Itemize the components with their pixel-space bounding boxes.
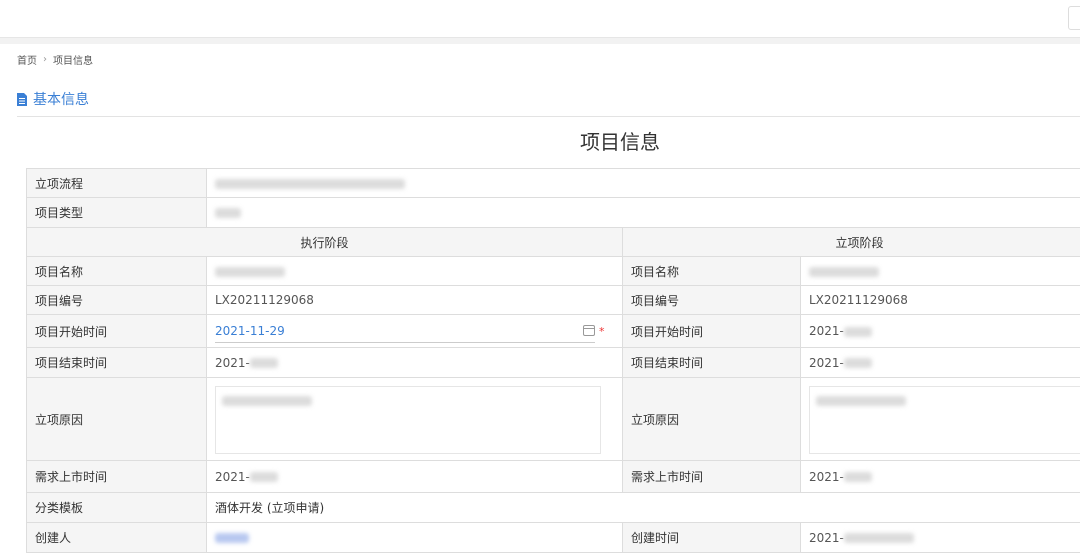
code-label-exec: 项目编号 bbox=[26, 285, 207, 315]
start-value-exec: 2021-11-29 * bbox=[206, 314, 623, 348]
start-label-exec: 项目开始时间 bbox=[26, 314, 207, 348]
market-label-init: 需求上市时间 bbox=[622, 460, 801, 493]
required-asterisk: * bbox=[599, 324, 605, 338]
process-label: 立项流程 bbox=[26, 168, 207, 198]
reason-value-exec bbox=[206, 377, 623, 461]
breadcrumb-current: 项目信息 bbox=[53, 56, 93, 67]
end-label-init: 项目结束时间 bbox=[622, 347, 801, 378]
type-value bbox=[206, 197, 1080, 228]
section-header: 基本信息 bbox=[17, 89, 89, 109]
category-label: 分类模板 bbox=[26, 492, 207, 523]
section-divider bbox=[17, 116, 1080, 117]
table-row: 项目开始时间 2021-11-29 * 项目开始时间 2021- bbox=[26, 314, 1080, 348]
creator-label: 创建人 bbox=[26, 522, 207, 553]
type-label: 项目类型 bbox=[26, 197, 207, 228]
exec-stage-header: 执行阶段 bbox=[26, 227, 623, 257]
name-value-init bbox=[800, 256, 1080, 286]
market-value-init: 2021- bbox=[800, 460, 1080, 493]
code-value-init: LX20211129068 bbox=[800, 285, 1080, 315]
page-title: 项目信息 bbox=[580, 130, 660, 154]
start-label-init: 项目开始时间 bbox=[622, 314, 801, 348]
end-value-exec: 2021- bbox=[206, 347, 623, 378]
end-value-init: 2021- bbox=[800, 347, 1080, 378]
code-label-init: 项目编号 bbox=[622, 285, 801, 315]
breadcrumb-home[interactable]: 首页 bbox=[17, 52, 37, 67]
start-date-text: 2021-11-29 bbox=[215, 323, 285, 338]
name-label-init: 项目名称 bbox=[622, 256, 801, 286]
creator-value[interactable] bbox=[206, 522, 623, 553]
calendar-icon[interactable] bbox=[583, 325, 595, 336]
name-value-exec bbox=[206, 256, 623, 286]
breadcrumb: 首页 › 项目信息 bbox=[17, 52, 93, 67]
table-row: 项目结束时间 2021- 项目结束时间 2021- bbox=[26, 347, 1080, 378]
document-icon bbox=[17, 92, 27, 106]
section-title: 基本信息 bbox=[33, 92, 89, 108]
name-label-exec: 项目名称 bbox=[26, 256, 207, 286]
created-label: 创建时间 bbox=[622, 522, 801, 553]
reason-textarea-exec[interactable] bbox=[215, 386, 601, 454]
top-gap bbox=[0, 38, 1080, 44]
table-row: 立项原因 立项原因 bbox=[26, 377, 1080, 461]
reason-label-exec: 立项原因 bbox=[26, 377, 207, 461]
end-label-exec: 项目结束时间 bbox=[26, 347, 207, 378]
table-row: 项目编号 LX20211129068 项目编号 LX20211129068 bbox=[26, 285, 1080, 315]
category-value: 酒体开发 (立项申请) bbox=[206, 492, 1080, 523]
reason-textarea-init[interactable] bbox=[809, 386, 1080, 454]
top-right-button[interactable] bbox=[1068, 6, 1080, 30]
project-info-table: 立项流程 项目类型 执行阶段 立项阶段 项目名称 项目名称 项目编号 LX202… bbox=[26, 168, 1080, 553]
start-value-init: 2021- bbox=[800, 314, 1080, 348]
table-row: 立项流程 bbox=[26, 168, 1080, 198]
table-row: 创建人 创建时间 2021- bbox=[26, 522, 1080, 553]
market-label-exec: 需求上市时间 bbox=[26, 460, 207, 493]
market-value-exec: 2021- bbox=[206, 460, 623, 493]
top-bar bbox=[0, 0, 1080, 38]
start-date-input[interactable]: 2021-11-29 bbox=[215, 319, 595, 343]
init-stage-header: 立项阶段 bbox=[622, 227, 1080, 257]
chevron-right-icon: › bbox=[43, 54, 47, 65]
table-row: 执行阶段 立项阶段 bbox=[26, 227, 1080, 257]
reason-value-init bbox=[800, 377, 1080, 461]
table-row: 需求上市时间 2021- 需求上市时间 2021- bbox=[26, 460, 1080, 493]
table-row: 分类模板 酒体开发 (立项申请) bbox=[26, 492, 1080, 523]
created-value: 2021- bbox=[800, 522, 1080, 553]
code-value-exec: LX20211129068 bbox=[206, 285, 623, 315]
process-value bbox=[206, 168, 1080, 198]
table-row: 项目类型 bbox=[26, 197, 1080, 228]
reason-label-init: 立项原因 bbox=[622, 377, 801, 461]
table-row: 项目名称 项目名称 bbox=[26, 256, 1080, 286]
